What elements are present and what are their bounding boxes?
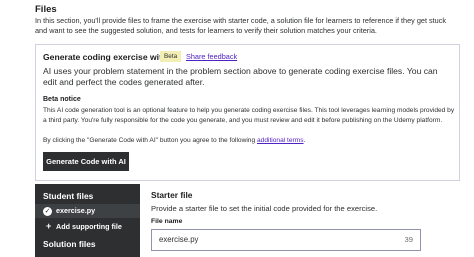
starter-file-description: Provide a starter file to set the initia… bbox=[151, 204, 378, 213]
ai-card-title: Generate coding exercise with AI bbox=[43, 52, 178, 62]
starter-file-title: Starter file bbox=[151, 190, 193, 200]
sidebar-item-exercise-py[interactable]: ✓ exercise.py bbox=[35, 204, 140, 218]
files-section-description: In this section, you'll provide files to… bbox=[35, 16, 447, 35]
beta-badge: Beta bbox=[160, 51, 182, 62]
consent-prefix: By clicking the "Generate Code with AI" … bbox=[43, 137, 256, 144]
check-circle-icon: ✓ bbox=[43, 207, 52, 216]
sidebar-item-label: exercise.py bbox=[56, 206, 96, 215]
student-files-heading: Student files bbox=[43, 191, 94, 201]
plus-icon: + bbox=[46, 221, 52, 231]
consent-suffix: . bbox=[303, 137, 306, 144]
ai-card-description: AI uses your problem statement in the pr… bbox=[43, 66, 438, 87]
solution-files-heading: Solution files bbox=[43, 239, 96, 249]
files-sidebar: Student files ✓ exercise.py + Add suppor… bbox=[35, 184, 140, 257]
consent-text: By clicking the "Generate Code with AI" … bbox=[43, 137, 305, 144]
add-supporting-file-label: Add supporting file bbox=[56, 222, 122, 231]
beta-notice-title: Beta notice bbox=[43, 96, 81, 103]
additional-terms-link[interactable]: additional terms bbox=[257, 137, 304, 144]
ai-generate-card: Generate coding exercise with AI Beta Sh… bbox=[35, 44, 460, 181]
file-name-label: File name bbox=[151, 218, 183, 225]
files-section-title: Files bbox=[35, 4, 57, 15]
beta-notice-text: This AI code generation tool is an optio… bbox=[43, 107, 455, 124]
char-count: 39 bbox=[404, 235, 413, 244]
file-name-input[interactable]: exercise.py 39 bbox=[151, 229, 421, 251]
share-feedback-link[interactable]: Share feedback bbox=[186, 52, 237, 61]
add-supporting-file-button[interactable]: + Add supporting file bbox=[35, 220, 140, 234]
generate-code-with-ai-button[interactable]: Generate Code with AI bbox=[43, 152, 129, 171]
file-name-value: exercise.py bbox=[159, 235, 199, 244]
